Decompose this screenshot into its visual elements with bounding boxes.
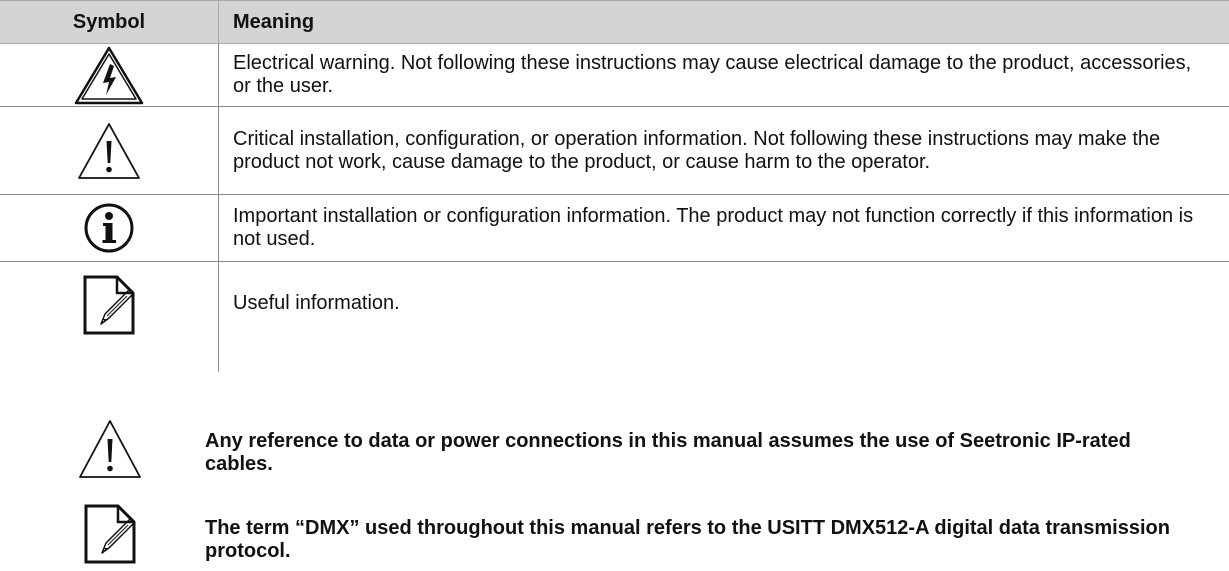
table-row: Critical installation, configuration, or…: [0, 107, 1229, 195]
info-note-text: The term “DMX” used throughout this manu…: [205, 517, 1170, 562]
electrical-warning-icon: [74, 46, 144, 105]
table-row: Important installation or configuration …: [0, 195, 1229, 262]
note-pencil-icon: [83, 275, 135, 335]
table-row: Electrical warning. Not following these …: [0, 44, 1229, 107]
symbol-cell: [0, 262, 218, 372]
meaning-cell: Critical installation, configuration, or…: [233, 127, 1161, 173]
header-meaning: Meaning: [233, 11, 315, 33]
note-pencil-icon: [84, 504, 136, 564]
meaning-cell: Important installation or configuration …: [233, 205, 1194, 250]
caution-icon: [78, 122, 140, 179]
note-icon-cell: [60, 503, 160, 565]
info-note: The term “DMX” used throughout this manu…: [0, 503, 1229, 567]
header-symbol: Symbol: [72, 11, 146, 33]
table-header: Symbol Meaning: [0, 0, 1229, 44]
symbol-cell: [0, 107, 218, 194]
meaning-cell: Electrical warning. Not following these …: [233, 52, 1192, 97]
info-icon: [84, 203, 134, 253]
symbol-cell: [0, 195, 218, 261]
caution-note-text: Any reference to data or power connectio…: [205, 430, 1131, 475]
note-icon-cell: [60, 418, 160, 480]
caution-icon: [79, 420, 141, 478]
meaning-cell: Useful information.: [233, 292, 400, 314]
header-divider: [218, 0, 219, 44]
table-row: Useful information.: [0, 262, 1229, 372]
caution-note: Any reference to data or power connectio…: [0, 418, 1229, 486]
symbol-cell: [0, 44, 218, 106]
column-divider: [218, 44, 219, 372]
